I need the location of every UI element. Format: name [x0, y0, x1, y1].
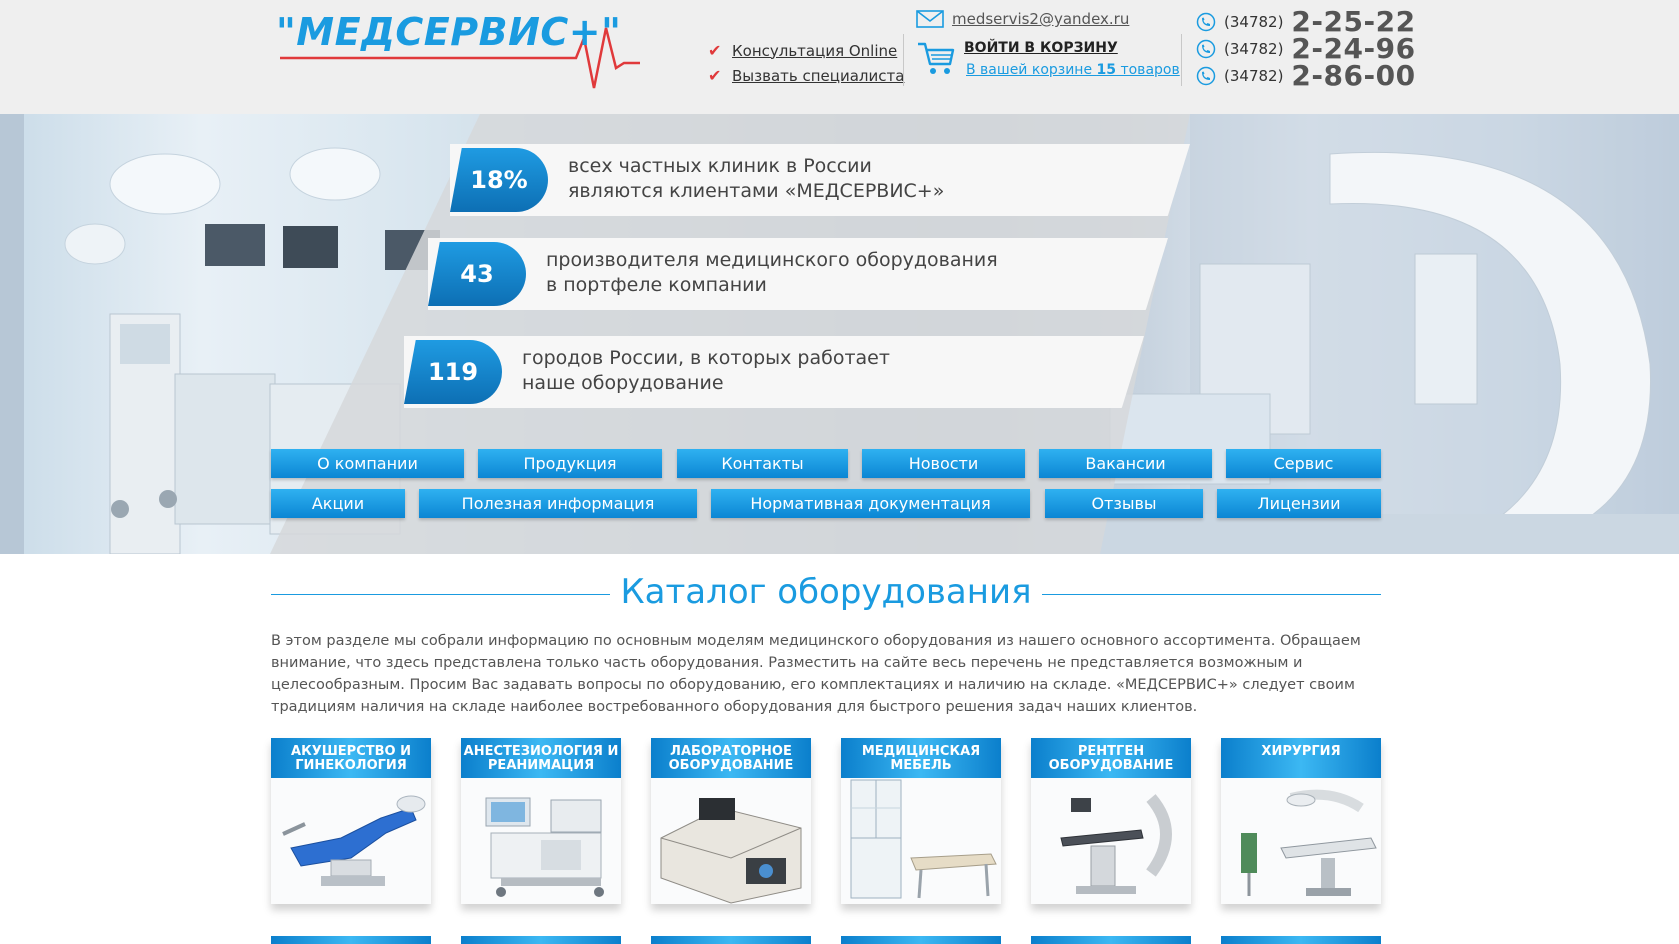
phone-row: (34782) 2-25-22	[1196, 5, 1416, 38]
consult-online-row: ✔ Консультация Online	[708, 38, 904, 63]
site-header: "МЕДСЕРВИС+" ✔ Консультация Online ✔ Выз…	[0, 0, 1679, 114]
stat-text: городов России, в которых работает наше …	[522, 347, 890, 394]
phone-row: (34782) 2-24-96	[1196, 32, 1416, 65]
consult-links: ✔ Консультация Online ✔ Вызвать специали…	[708, 38, 904, 88]
header-divider	[903, 34, 904, 86]
hero-banner: 18% всех частных клиник в России являютс…	[0, 114, 1679, 554]
nav-service[interactable]: Сервис	[1226, 449, 1381, 478]
nav-promotions[interactable]: Акции	[271, 489, 405, 518]
category-card-next[interactable]	[1031, 936, 1191, 944]
phone-list: (34782) 2-25-22 (34782) 2-24-96 (34782) …	[1196, 5, 1416, 92]
cart-block: ВОЙТИ В КОРЗИНУ В вашей корзине 15 товар…	[916, 40, 1180, 82]
cart-count-prefix: В вашей корзине	[966, 62, 1097, 78]
catalog-heading: Каталог оборудования	[271, 572, 1381, 618]
stat-badge: 119	[404, 340, 502, 404]
xray-machine-icon	[1031, 778, 1191, 904]
medical-furniture-icon	[841, 778, 1001, 904]
category-card-next[interactable]	[841, 936, 1001, 944]
nav-licenses[interactable]: Лицензии	[1217, 489, 1381, 518]
nav-vacancies[interactable]: Вакансии	[1039, 449, 1212, 478]
category-title: АНЕСТЕЗИОЛОГИЯ И РЕАНИМАЦИЯ	[461, 738, 621, 778]
catalog-title: Каталог оборудования	[610, 572, 1042, 612]
check-icon: ✔	[708, 41, 722, 60]
category-title: АКУШЕРСТВО И ГИНЕКОЛОГИЯ	[271, 738, 431, 778]
surgery-table-icon	[1221, 778, 1381, 904]
logo-text: "МЕДСЕРВИС+"	[276, 10, 622, 54]
stat-badge: 18%	[450, 148, 548, 212]
check-icon: ✔	[708, 66, 722, 85]
anesthesia-machine-icon	[461, 778, 621, 904]
cart-count-suffix: товаров	[1116, 62, 1180, 78]
lab-analyzer-icon	[651, 778, 811, 904]
catalog-intro: В этом разделе мы собрали информацию по …	[271, 633, 1361, 715]
nav-products[interactable]: Продукция	[478, 449, 662, 478]
cart-count-link[interactable]: В вашей корзине 15 товаров	[966, 62, 1180, 78]
nav-about[interactable]: О компании	[271, 449, 464, 478]
catalog-title-row: Каталог оборудования	[271, 572, 1381, 612]
nav-regulatory-docs[interactable]: Нормативная документация	[711, 489, 1030, 518]
category-card-next[interactable]	[271, 936, 431, 944]
call-specialist-row: ✔ Вызвать специалиста	[708, 63, 904, 88]
phone-number[interactable]: 2-86-00	[1291, 59, 1415, 92]
category-card-next[interactable]	[651, 936, 811, 944]
cart-count-value: 15	[1096, 62, 1117, 78]
category-card-next[interactable]	[461, 936, 621, 944]
nav-reviews[interactable]: Отзывы	[1045, 489, 1203, 518]
cart-icon[interactable]	[916, 40, 956, 78]
stat-band: 43 производителя медицинского оборудован…	[428, 238, 1168, 310]
nav-useful-info[interactable]: Полезная информация	[419, 489, 697, 518]
nav-news[interactable]: Новости	[862, 449, 1025, 478]
phone-icon	[1196, 66, 1216, 85]
stat-band: 119 городов России, в которых работает н…	[404, 336, 1144, 408]
header-divider	[1181, 34, 1182, 86]
phone-code: (34782)	[1224, 12, 1284, 31]
category-card-xray[interactable]: РЕНТГЕН ОБОРУДОВАНИЕ	[1031, 738, 1191, 904]
email-block: medservis2@yandex.ru	[916, 10, 1129, 28]
category-card-furniture[interactable]: МЕДИЦИНСКАЯ МЕБЕЛЬ	[841, 738, 1001, 904]
category-card-gynecology[interactable]: АКУШЕРСТВО И ГИНЕКОЛОГИЯ	[271, 738, 431, 904]
envelope-icon	[916, 10, 944, 28]
stat-text: производителя медицинского оборудования …	[546, 249, 998, 296]
category-title: ХИРУРГИЯ	[1221, 738, 1381, 778]
category-card-anesthesia[interactable]: АНЕСТЕЗИОЛОГИЯ И РЕАНИМАЦИЯ	[461, 738, 621, 904]
call-specialist-link[interactable]: Вызвать специалиста	[732, 67, 904, 85]
phone-code: (34782)	[1224, 66, 1284, 85]
category-title: МЕДИЦИНСКАЯ МЕБЕЛЬ	[841, 738, 1001, 778]
email-link[interactable]: medservis2@yandex.ru	[952, 10, 1129, 28]
gynecology-chair-icon	[271, 778, 431, 904]
stat-text: всех частных клиник в России являются кл…	[568, 155, 945, 202]
phone-row: (34782) 2-86-00	[1196, 59, 1416, 92]
phone-code: (34782)	[1224, 39, 1284, 58]
cart-login-link[interactable]: ВОЙТИ В КОРЗИНУ	[964, 40, 1118, 56]
logo[interactable]: "МЕДСЕРВИС+"	[276, 8, 646, 98]
consult-online-link[interactable]: Консультация Online	[732, 42, 897, 60]
category-title: РЕНТГЕН ОБОРУДОВАНИЕ	[1031, 738, 1191, 778]
phone-icon	[1196, 12, 1216, 31]
stat-band: 18% всех частных клиник в России являютс…	[450, 144, 1190, 216]
category-card-surgery[interactable]: ХИРУРГИЯ	[1221, 738, 1381, 904]
category-card-laboratory[interactable]: ЛАБОРАТОРНОЕ ОБОРУДОВАНИЕ	[651, 738, 811, 904]
stat-badge: 43	[428, 242, 526, 306]
phone-icon	[1196, 39, 1216, 58]
category-title: ЛАБОРАТОРНОЕ ОБОРУДОВАНИЕ	[651, 738, 811, 778]
nav-contacts[interactable]: Контакты	[677, 449, 848, 478]
category-card-next[interactable]	[1221, 936, 1381, 944]
